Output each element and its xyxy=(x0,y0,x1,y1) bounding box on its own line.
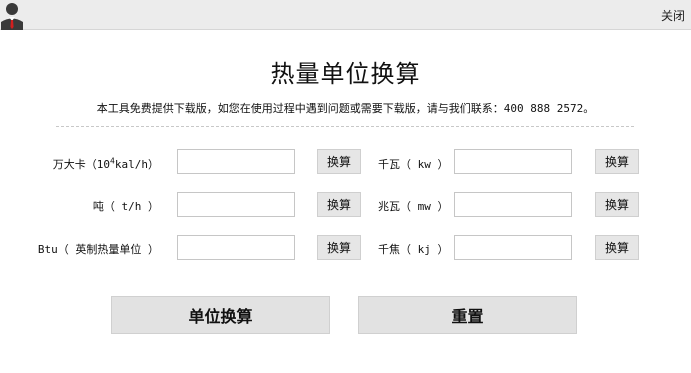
zhaowa-input[interactable] xyxy=(454,192,572,217)
contact-notice: 本工具免费提供下载版，如您在使用过程中遇到问题或需要下载版，请与我们联系：400… xyxy=(96,102,595,115)
btu-input[interactable] xyxy=(177,235,295,260)
dun-input[interactable] xyxy=(177,192,295,217)
wandaka-input[interactable] xyxy=(177,149,295,174)
label-dun: 吨（ t/h ） xyxy=(92,200,159,213)
convert-qianjiao-button[interactable]: 换算 xyxy=(595,235,639,260)
unit-convert-button[interactable]: 单位换算 xyxy=(111,296,330,334)
label-wandaka: 万大卡（104kal/h） xyxy=(52,156,159,171)
title-bar: 关闭 xyxy=(0,0,691,30)
convert-qianwa-button[interactable]: 换算 xyxy=(595,149,639,174)
label-zhaowa: 兆瓦（ mw ） xyxy=(378,200,449,213)
close-button[interactable]: 关闭 xyxy=(661,7,685,24)
reset-button[interactable]: 重置 xyxy=(358,296,577,334)
qianjiao-input[interactable] xyxy=(454,235,572,260)
dashed-divider xyxy=(56,126,634,127)
user-avatar-icon xyxy=(0,0,24,30)
label-btu: Btu（ 英制热量单位 ） xyxy=(37,243,159,256)
convert-wandaka-button[interactable]: 换算 xyxy=(317,149,361,174)
convert-btu-button[interactable]: 换算 xyxy=(317,235,361,260)
label-qianwa: 千瓦（ kw ） xyxy=(378,158,449,171)
label-qianjiao: 千焦（ kj ） xyxy=(378,243,449,256)
convert-dun-button[interactable]: 换算 xyxy=(317,192,361,217)
convert-zhaowa-button[interactable]: 换算 xyxy=(595,192,639,217)
page-title: 热量单位换算 xyxy=(270,60,421,88)
qianwa-input[interactable] xyxy=(454,149,572,174)
